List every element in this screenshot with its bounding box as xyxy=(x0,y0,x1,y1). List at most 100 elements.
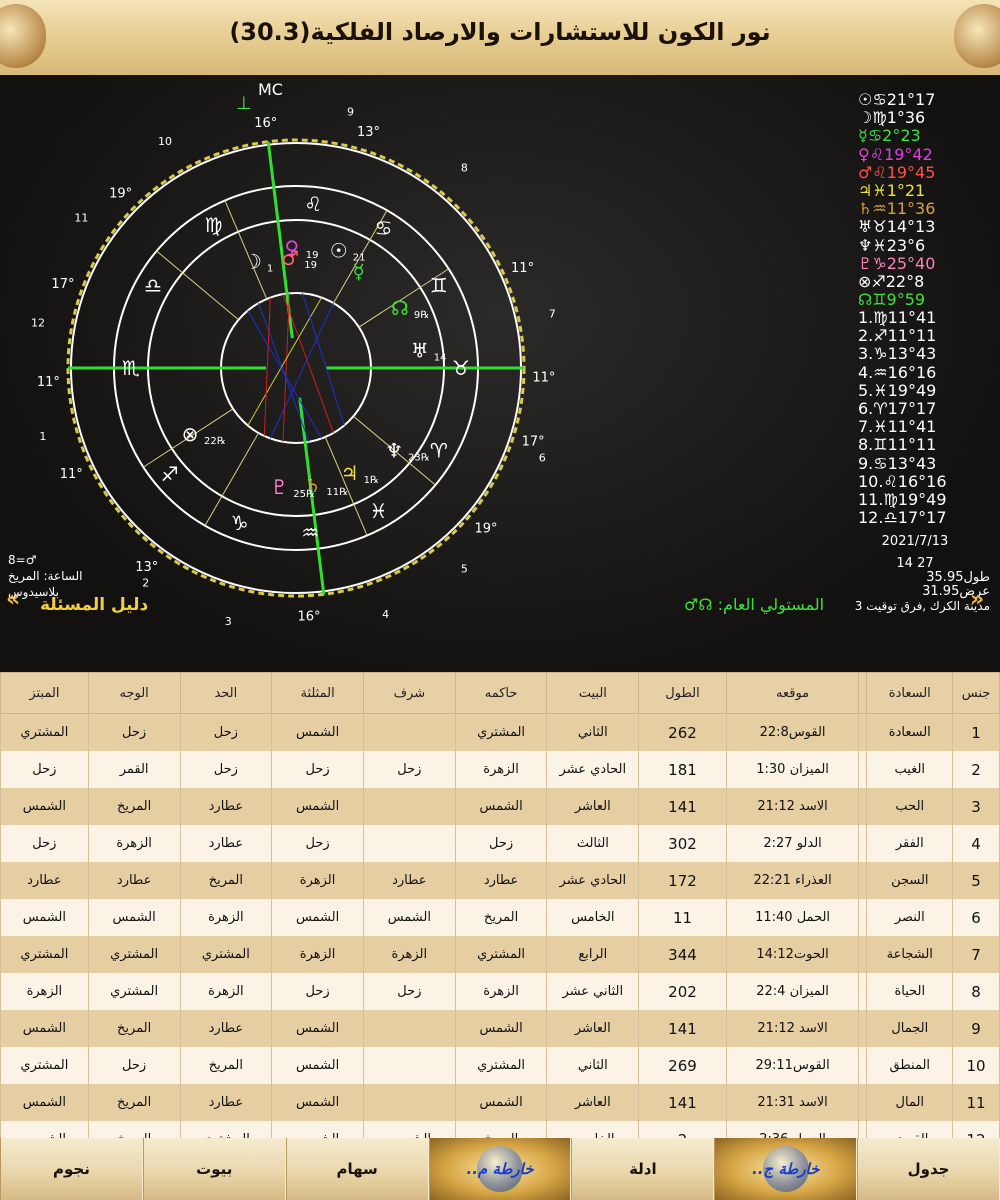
table-cell: 12 xyxy=(952,1121,1000,1138)
table-cell xyxy=(858,825,868,862)
table-row[interactable]: 7 الشجاعة الحوت14:12 344 الرابع المشتري الزهرة… xyxy=(0,936,1000,973)
table-cell: الخامس xyxy=(546,899,640,936)
table-cell: الزهرة xyxy=(271,862,364,899)
lots-table-container[interactable]: جنس السعادة موقعه الطول البيت حاكمه شرف المثلثة… xyxy=(0,672,1000,1138)
table-cell: الزهرة xyxy=(454,751,548,788)
table-cell: العذراء 22:21 xyxy=(725,862,860,899)
next-arrow-icon[interactable]: » xyxy=(970,587,984,612)
table-cell: الجمال xyxy=(866,1010,954,1047)
nav-arrows-tab[interactable]: سهام xyxy=(285,1138,429,1200)
table-row[interactable]: 9 الجمال الاسد 21:12 141 العاشر الشمس الشمس عطا… xyxy=(0,1010,1000,1047)
table-cell: زحل xyxy=(0,825,89,862)
title-bar: نور الكون للاستشارات والارصاد الفلكية(30… xyxy=(0,0,1000,75)
table-row[interactable]: 6 النصر الحمل 11:40 11 الخامس المريخ الشمس الشم… xyxy=(0,899,1000,936)
table-row[interactable]: 1 السعادة القوس22:8 262 الثاني المشتري الشمس زح… xyxy=(0,713,1000,751)
table-cell xyxy=(362,1010,456,1047)
table-row[interactable]: 4 الفقر الدلو 2:27 302 الثالث زحل زحل عطارد الزه… xyxy=(0,825,1000,862)
table-row[interactable]: 2 الغيب الميزان 1:30 181 الحادي عشر الزهرة زحل… xyxy=(0,751,1000,788)
table-cell: الغيب xyxy=(866,751,954,788)
guide-link[interactable]: دليل المسئلة xyxy=(40,595,148,615)
house-cusp: 2.♐11°11 xyxy=(858,326,937,346)
table-cell: القرض xyxy=(866,1121,954,1138)
table-cell: 141 xyxy=(638,1084,727,1121)
nav-evidence-tab[interactable]: ادلة xyxy=(571,1138,715,1200)
planet-positions-list: ☉♋21°17 ☽♍1°36 ☿♋2°23 ♀♌19°42 ♂♌19°45 ♃♓1°21 ♄… xyxy=(858,90,1000,309)
column-header[interactable]: المبتز xyxy=(0,672,89,714)
table-cell: الشمس xyxy=(271,899,364,936)
table-cell: المشتري xyxy=(87,936,181,973)
horoscope-wheel[interactable]: ♌ ♋ ♊ ♉ ♈ ♓ ♒ ♑ ♐ ♏ ♎ ♍ 16° 13° 11° 11° 17° 19° 16° 13° 11°… xyxy=(0,75,560,635)
column-header[interactable]: موقعه xyxy=(725,672,860,714)
house-number: 8 xyxy=(461,161,468,174)
table-cell: الشمس xyxy=(0,1010,89,1047)
mars-value: ♂=8 xyxy=(8,553,37,567)
column-header[interactable]: المثلثة xyxy=(271,672,364,714)
chart-date: 2021/7/13 xyxy=(881,534,949,549)
table-cell: المال xyxy=(866,1084,954,1121)
table-cell: الحمل 2:36 xyxy=(725,1121,860,1138)
nav-table-tab[interactable]: جدول xyxy=(857,1138,1000,1200)
nav-current-chart-tab[interactable]: خارطة ج.. xyxy=(714,1138,858,1200)
sign-glyph: ♒ xyxy=(301,520,319,544)
planet-degree: 1 xyxy=(267,263,273,274)
table-cell xyxy=(362,788,456,825)
table-cell: 8 xyxy=(952,973,1000,1010)
table-cell: السجن xyxy=(866,862,954,899)
table-cell: المشتري xyxy=(0,1047,89,1084)
table-cell: 10 xyxy=(952,1047,1000,1084)
prev-arrow-icon[interactable]: « xyxy=(6,587,20,612)
sign-glyph: ♓ xyxy=(370,499,388,523)
sign-degree-label: 19° xyxy=(109,187,132,202)
planet-glyph: ♆ xyxy=(385,438,403,462)
house-number: 2 xyxy=(142,577,149,590)
table-cell: 141 xyxy=(638,788,727,825)
table-row[interactable]: 8 الحياة الميزان 22:4 202 الثاني عشر الزهرة زح… xyxy=(0,973,1000,1010)
table-cell: الزهرة xyxy=(179,973,273,1010)
table-cell: الحادي عشر xyxy=(546,862,640,899)
table-cell xyxy=(858,936,868,973)
table-row[interactable]: 11 المال الاسد 21:31 141 العاشر الشمس الشمس عطا… xyxy=(0,1084,1000,1121)
table-cell: المشتري xyxy=(179,936,273,973)
table-cell: القوس22:8 xyxy=(725,713,860,751)
nav-stars-tab[interactable]: نجوم xyxy=(0,1138,143,1200)
sign-glyph: ♌ xyxy=(304,192,322,216)
sign-glyph: ♍ xyxy=(205,213,223,237)
column-header[interactable]: الحد xyxy=(179,672,273,714)
planet-position: ♃♓1°21 xyxy=(858,181,926,201)
table-cell: الشمس xyxy=(454,1010,548,1047)
column-header[interactable]: الطول xyxy=(638,672,727,714)
house-cusp: 3.♑13°43 xyxy=(858,344,937,364)
column-header[interactable]: الوجه xyxy=(87,672,181,714)
planet-glyph: ♅ xyxy=(411,339,429,363)
table-cell: الدلو 2:27 xyxy=(725,825,860,862)
table-row[interactable]: 3 الحب الاسد 21:12 141 العاشر الشمس الشمس عطارد… xyxy=(0,788,1000,825)
table-cell: المشتري xyxy=(454,1047,548,1084)
sign-glyph: ♏ xyxy=(122,356,140,380)
table-cell: الحياة xyxy=(866,973,954,1010)
table-row[interactable]: 12القرضالحمل 2:362الخامسالمريخالشمسالشمس… xyxy=(0,1121,1000,1138)
table-cell xyxy=(362,1047,456,1084)
column-header[interactable]: حاكمه xyxy=(454,672,548,714)
table-cell: المريخ xyxy=(179,1047,273,1084)
table-cell: المشتري xyxy=(454,713,548,751)
table-cell: 262 xyxy=(638,713,727,751)
column-header[interactable]: البيت xyxy=(546,672,640,714)
table-cell: زحل xyxy=(271,973,364,1010)
table-cell: القوس29:11 xyxy=(725,1047,860,1084)
table-cell: الشمس xyxy=(271,1047,364,1084)
column-header[interactable]: شرف xyxy=(362,672,456,714)
table-cell: المشتري xyxy=(179,1121,273,1138)
table-cell: 181 xyxy=(638,751,727,788)
nav-houses-tab[interactable]: بيوت xyxy=(142,1138,286,1200)
column-header[interactable]: السعادة xyxy=(866,672,954,714)
table-cell xyxy=(858,1121,868,1138)
table-row[interactable]: 5 السجن العذراء 22:21 172 الحادي عشر عطارد عطا… xyxy=(0,862,1000,899)
planet-position: ♀♌19°42 xyxy=(858,144,933,164)
table-row[interactable]: 10 المنطق القوس29:11 269 الثاني المشتري الشمس ا… xyxy=(0,1047,1000,1084)
column-header[interactable] xyxy=(858,672,868,714)
column-header[interactable]: جنس xyxy=(952,672,1000,714)
bottom-nav: جدول خارطة ج.. ادلة خارطة م.. سهام بيوت نجوم xyxy=(0,1138,1000,1200)
table-cell: عطارد xyxy=(362,862,456,899)
table-cell: المريخ xyxy=(87,1010,181,1047)
nav-question-chart-tab[interactable]: خارطة م.. xyxy=(428,1138,572,1200)
